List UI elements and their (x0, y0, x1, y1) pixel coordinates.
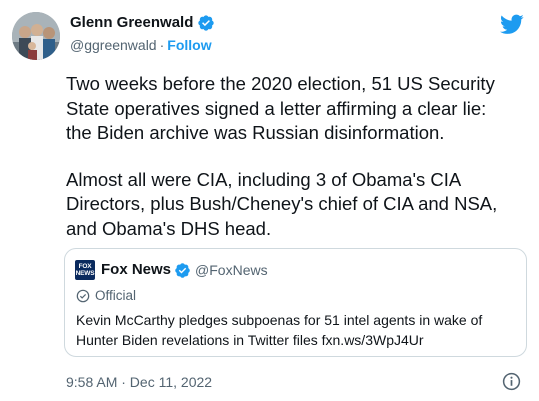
tweet-paragraph-1: Two weeks before the 2020 election, 51 U… (66, 73, 495, 143)
quoted-handle[interactable]: @FoxNews (195, 260, 268, 280)
tweet-card: Glenn Greenwald @ggreenwald · Follow Two w… (0, 0, 539, 401)
follow-button[interactable]: Follow (167, 37, 211, 53)
fox-news-avatar[interactable]: FOX NEWS (75, 260, 95, 280)
official-check-icon (76, 289, 90, 303)
verified-badge-icon (198, 15, 215, 31)
quoted-verified-badge-icon (175, 262, 190, 278)
quoted-tweet-card[interactable]: FOX NEWS Fox News @FoxNews Official Kevi… (64, 248, 527, 357)
info-icon[interactable] (502, 372, 521, 391)
author-name-text: Glenn Greenwald (70, 14, 194, 31)
fox-avatar-line-1: FOX (78, 263, 92, 270)
tweet-paragraph-2: Almost all were CIA, including 3 of Obam… (66, 168, 498, 239)
tweet-timestamp[interactable]: 9:58 AM · Dec 11, 2022 (66, 373, 212, 391)
author-handle[interactable]: @ggreenwald (70, 37, 157, 53)
fox-avatar-line-2: NEWS (75, 270, 95, 277)
author-display-name[interactable]: Glenn Greenwald (70, 13, 215, 33)
author-handle-row: @ggreenwald · Follow (70, 35, 212, 55)
handle-separator: · (159, 37, 165, 53)
twitter-bird-icon[interactable] (500, 12, 524, 36)
quoted-tweet-text: Kevin McCarthy pledges subpoenas for 51 … (76, 312, 483, 348)
official-label: Official (95, 288, 137, 303)
quoted-display-name[interactable]: Fox News (101, 260, 171, 280)
author-avatar[interactable] (12, 12, 60, 60)
quoted-tweet-header: FOX NEWS Fox News @FoxNews (75, 260, 268, 280)
tweet-text: Two weeks before the 2020 election, 51 U… (66, 72, 531, 241)
official-label-row: Official (76, 287, 136, 305)
